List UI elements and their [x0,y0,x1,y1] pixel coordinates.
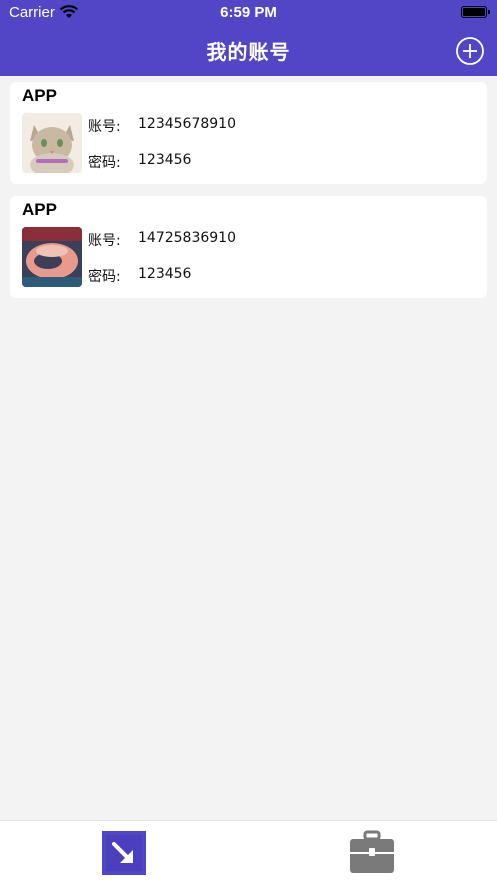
password-value: 123456 [138,266,192,282]
status-bar: Carrier 6:59 PM [0,0,497,26]
account-label: 账号: [88,119,121,135]
password-label: 密码: [88,155,121,171]
app-name: APP [22,200,57,219]
briefcase-icon[interactable] [348,830,396,876]
account-value: 12345678910 [138,116,236,132]
account-card[interactable]: APP 账号: 14725836910 密码: 123456 [10,196,487,298]
tab-bar [0,820,497,884]
account-card[interactable]: APP 账号: 12345678910 密码: 123456 [10,82,487,184]
account-value: 14725836910 [138,230,236,246]
password-label: 密码: [88,269,121,285]
import-arrow-icon[interactable] [100,830,148,876]
battery-icon [461,6,490,18]
game-avatar-image [22,227,82,287]
password-value: 123456 [138,152,192,168]
navigation-bar: Carrier 6:59 PM 我的账号 [0,0,497,76]
add-account-button[interactable] [455,36,485,66]
account-label: 账号: [88,233,121,249]
cat-avatar-image [22,113,82,173]
status-time: 6:59 PM [220,4,277,21]
app-name: APP [22,86,57,105]
page-title: 我的账号 [206,40,291,64]
